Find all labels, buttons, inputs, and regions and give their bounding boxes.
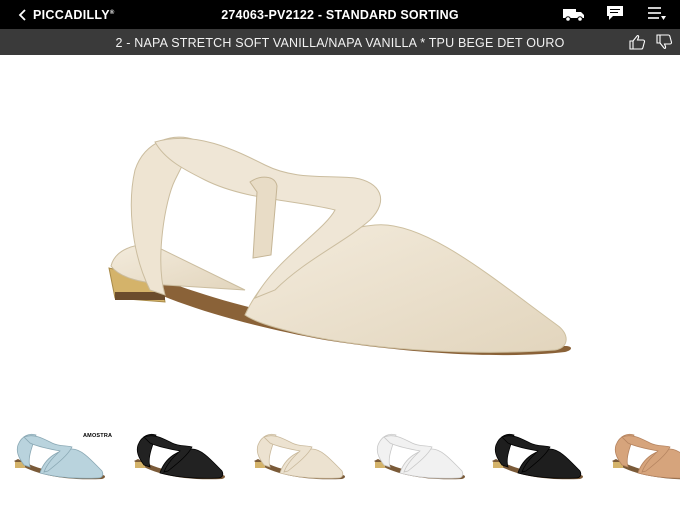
- thumbnail-5[interactable]: [488, 425, 588, 490]
- thumbnail-shoe-image: [254, 433, 345, 480]
- product-description: 2 - NAPA STRETCH SOFT VANILLA/NAPA VANIL…: [115, 36, 565, 50]
- thumbs-down-icon[interactable]: [656, 34, 673, 50]
- product-description-bar: 2 - NAPA STRETCH SOFT VANILLA/NAPA VANIL…: [0, 29, 680, 55]
- thumbnail-shoe-image: [612, 433, 680, 480]
- top-bar: PICCADILLY® 274063-PV2122 - STANDARD SOR…: [0, 0, 680, 29]
- thumbnail-3[interactable]: [250, 425, 350, 490]
- thumbnail-shoe-image: [14, 433, 105, 480]
- chat-icon[interactable]: [606, 5, 624, 22]
- thumbnail-6[interactable]: [608, 425, 680, 490]
- thumbnail-2[interactable]: [130, 425, 230, 490]
- thumbnail-1[interactable]: [10, 425, 110, 490]
- thumbs-up-icon[interactable]: [629, 34, 646, 50]
- truck-icon[interactable]: [563, 7, 585, 22]
- thumbnail-shoe-image: [374, 433, 465, 480]
- thumbnail-shoe-image: [492, 433, 583, 480]
- product-image: [108, 136, 571, 356]
- thumbnail-4[interactable]: [370, 425, 470, 490]
- thumbnail-shoe-image: [134, 433, 225, 480]
- menu-icon[interactable]: [647, 5, 667, 22]
- thumbnail-strip: [0, 425, 680, 495]
